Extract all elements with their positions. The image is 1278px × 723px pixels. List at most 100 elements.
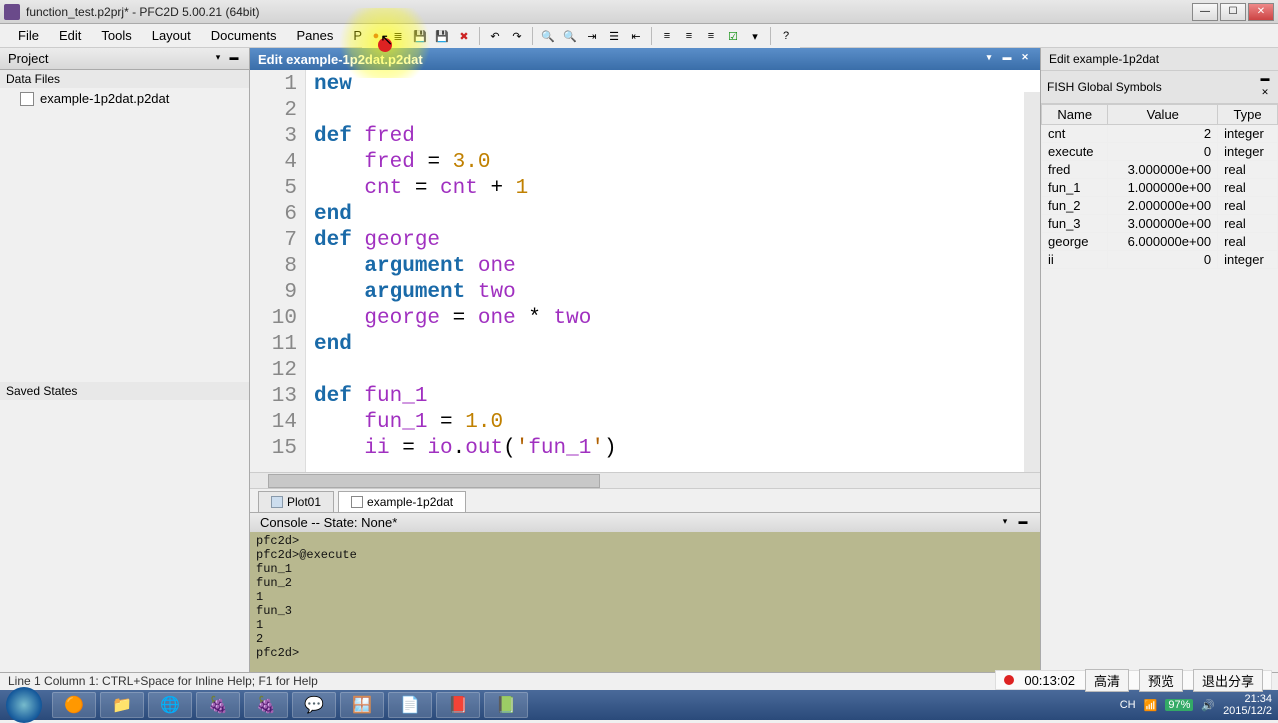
preview-button[interactable]: 预览 xyxy=(1139,669,1183,692)
console-close-icon[interactable]: ▬ xyxy=(1016,516,1030,530)
menu-file[interactable]: File xyxy=(8,25,49,46)
clock[interactable]: 21:34 2015/12/2 xyxy=(1223,693,1272,717)
line-gutter: 123456789101112131415 xyxy=(250,70,306,472)
col-type[interactable]: Type xyxy=(1218,105,1278,125)
ime-indicator[interactable]: CH xyxy=(1120,699,1136,711)
fish-title: FISH Global Symbols xyxy=(1047,80,1162,94)
separator xyxy=(770,27,771,45)
list-icon[interactable]: ≣ xyxy=(388,26,408,46)
editor-close-icon[interactable]: ✕ xyxy=(1018,52,1032,66)
start-button[interactable] xyxy=(6,687,42,723)
tab-plot-label: Plot01 xyxy=(287,495,321,509)
check-icon[interactable]: ☑ xyxy=(723,26,743,46)
maximize-button[interactable]: ☐ xyxy=(1220,3,1246,21)
table-row[interactable]: fun_33.000000e+00real xyxy=(1042,215,1278,233)
right-edit-label: Edit example-1p2dat xyxy=(1041,48,1278,71)
panel-close-icon[interactable]: ▬ xyxy=(227,52,241,66)
separator xyxy=(532,27,533,45)
fish-close-icon[interactable]: ✕ xyxy=(1258,87,1272,101)
align-left-icon[interactable]: ≡ xyxy=(657,26,677,46)
code-editor[interactable]: 123456789101112131415 new def fred fred … xyxy=(250,70,1040,472)
menu-edit[interactable]: Edit xyxy=(49,25,91,46)
console[interactable]: pfc2d> pfc2d>@execute fun_1 fun_2 1 fun_… xyxy=(250,532,1040,672)
system-tray[interactable]: CH 📶 97% 🔊 21:34 2015/12/2 xyxy=(1120,693,1272,717)
undo-icon[interactable]: ↶ xyxy=(485,26,505,46)
project-panel: Project ▾ ▬ Data Files example-1p2dat.p2… xyxy=(0,48,250,672)
table-row[interactable]: fred3.000000e+00real xyxy=(1042,161,1278,179)
tab-file-label: example-1p2dat xyxy=(367,495,453,509)
task-item[interactable]: 🪟 xyxy=(340,692,384,718)
data-files-label: Data Files xyxy=(0,70,249,88)
help-icon[interactable]: ? xyxy=(776,26,796,46)
table-row[interactable]: george6.000000e+00real xyxy=(1042,233,1278,251)
plot-icon xyxy=(271,496,283,508)
volume-icon[interactable]: 🔊 xyxy=(1201,699,1215,712)
redo-icon[interactable]: ↷ xyxy=(507,26,527,46)
replace-icon[interactable]: 🔍 xyxy=(560,26,580,46)
close-button[interactable]: ✕ xyxy=(1248,3,1274,21)
file-icon xyxy=(20,92,34,106)
wifi-icon[interactable]: 📶 xyxy=(1144,699,1158,712)
menu-layout[interactable]: Layout xyxy=(142,25,201,46)
align-center-icon[interactable]: ≡ xyxy=(679,26,699,46)
task-item[interactable]: 🍇 xyxy=(244,692,288,718)
tab-plot[interactable]: Plot01 xyxy=(258,491,334,512)
col-name[interactable]: Name xyxy=(1042,105,1108,125)
project-header: Project ▾ ▬ xyxy=(0,48,249,70)
document-tabs: Plot01 example-1p2dat xyxy=(250,488,1040,512)
saved-states-label: Saved States xyxy=(0,382,249,400)
col-value[interactable]: Value xyxy=(1108,105,1218,125)
clock-time: 21:34 xyxy=(1223,693,1272,705)
fish-minimize-icon[interactable]: ▬ xyxy=(1258,73,1272,87)
toolbar: ● ≣ 💾 💾 ✖ ↶ ↷ 🔍 🔍 ⇥ ☰ ⇤ ≡ ≡ ≡ ☑ ▾ ? xyxy=(362,24,800,48)
save-icon[interactable]: 💾 xyxy=(410,26,430,46)
menu-documents[interactable]: Documents xyxy=(201,25,287,46)
tab-file[interactable]: example-1p2dat xyxy=(338,491,466,512)
table-row[interactable]: fun_11.000000e+00real xyxy=(1042,179,1278,197)
fish-table[interactable]: Name Value Type cnt2integerexecute0integ… xyxy=(1041,104,1278,269)
battery-icon[interactable]: 97% xyxy=(1165,699,1193,711)
record-icon[interactable]: ● xyxy=(366,26,386,46)
minimize-button[interactable]: — xyxy=(1192,3,1218,21)
task-item[interactable]: 📕 xyxy=(436,692,480,718)
task-item[interactable]: 🟠 xyxy=(52,692,96,718)
task-item[interactable]: 💬 xyxy=(292,692,336,718)
dropdown-icon[interactable]: ▾ xyxy=(745,26,765,46)
bookmark-icon[interactable]: ☰ xyxy=(604,26,624,46)
table-row[interactable]: fun_22.000000e+00real xyxy=(1042,197,1278,215)
delete-icon[interactable]: ✖ xyxy=(454,26,474,46)
goto-icon[interactable]: ⇥ xyxy=(582,26,602,46)
file-icon xyxy=(351,496,363,508)
table-row[interactable]: execute0integer xyxy=(1042,143,1278,161)
hq-button[interactable]: 高清 xyxy=(1085,669,1129,692)
fish-panel: Edit example-1p2dat FISH Global Symbols … xyxy=(1040,48,1278,672)
table-row[interactable]: ii0integer xyxy=(1042,251,1278,269)
outdent-icon[interactable]: ⇤ xyxy=(626,26,646,46)
project-file-item[interactable]: example-1p2dat.p2dat xyxy=(0,88,249,109)
scroll-thumb[interactable] xyxy=(268,474,600,488)
task-item[interactable]: 📁 xyxy=(100,692,144,718)
panel-dropdown-icon[interactable]: ▾ xyxy=(211,52,225,66)
console-dropdown-icon[interactable]: ▾ xyxy=(998,516,1012,530)
exit-share-button[interactable]: 退出分享 xyxy=(1193,669,1263,692)
menu-tools[interactable]: Tools xyxy=(91,25,141,46)
editor-hscrollbar[interactable] xyxy=(250,472,1040,488)
project-title: Project xyxy=(8,51,48,66)
record-dot-icon xyxy=(1004,675,1014,685)
editor-vscrollbar[interactable] xyxy=(1024,92,1040,472)
editor-dropdown-icon[interactable]: ▾ xyxy=(982,52,996,66)
table-row[interactable]: cnt2integer xyxy=(1042,125,1278,143)
menu-panes[interactable]: Panes xyxy=(287,25,344,46)
code-area[interactable]: new def fred fred = 3.0 cnt = cnt + 1 en… xyxy=(306,70,1040,472)
editor-minimize-icon[interactable]: ▬ xyxy=(1000,52,1014,66)
task-item[interactable]: 📗 xyxy=(484,692,528,718)
task-item[interactable]: 🌐 xyxy=(148,692,192,718)
titlebar: function_test.p2prj* - PFC2D 5.00.21 (64… xyxy=(0,0,1278,24)
separator xyxy=(651,27,652,45)
recording-bar: 00:13:02 高清 预览 退出分享 xyxy=(995,670,1272,690)
task-item[interactable]: 🍇 xyxy=(196,692,240,718)
align-right-icon[interactable]: ≡ xyxy=(701,26,721,46)
find-icon[interactable]: 🔍 xyxy=(538,26,558,46)
task-item[interactable]: 📄 xyxy=(388,692,432,718)
save-all-icon[interactable]: 💾 xyxy=(432,26,452,46)
